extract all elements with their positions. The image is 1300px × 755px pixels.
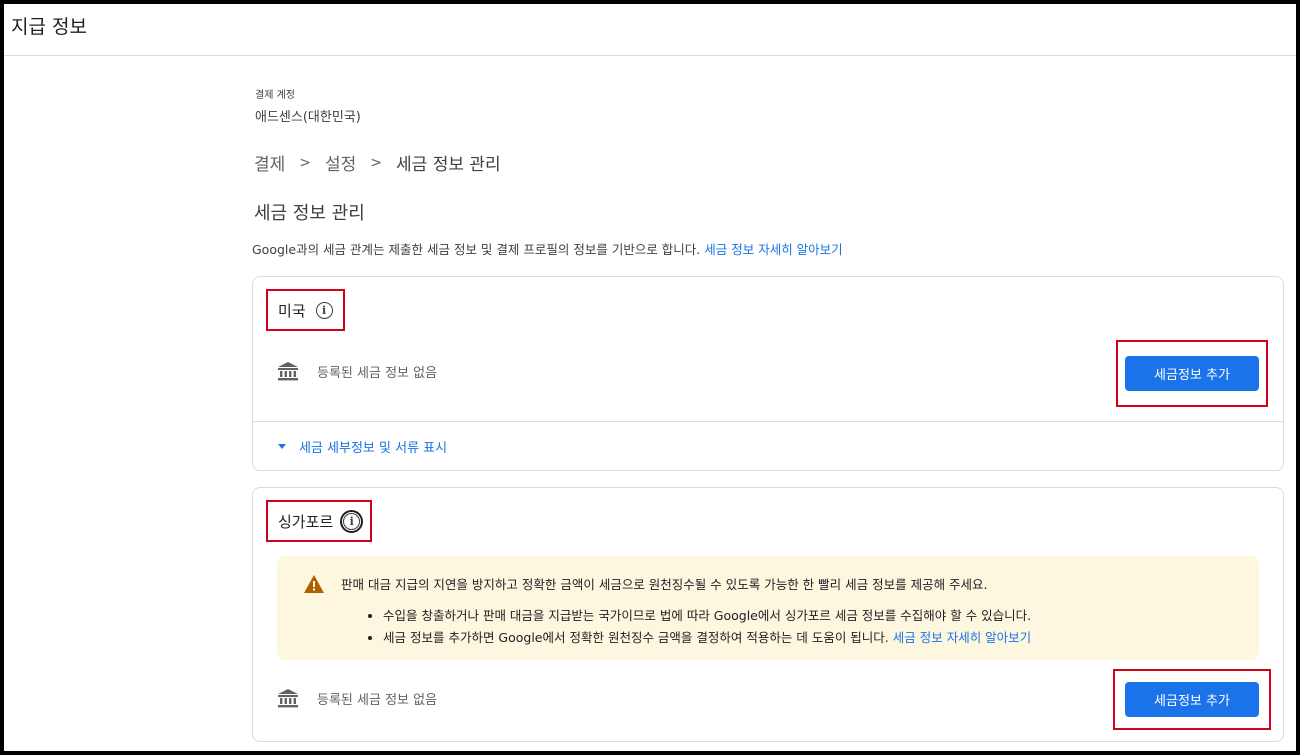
page-frame: 지급 정보 결제 계정 애드센스(대한민국) 결제 > 설정 > 세금 정보 관… <box>4 4 1296 751</box>
add-tax-highlight: 세금정보 추가 <box>1113 669 1271 730</box>
country-name: 미국 <box>278 301 306 320</box>
country-name: 싱가포르 <box>278 512 334 531</box>
breadcrumb-item-payments[interactable]: 결제 <box>254 150 285 175</box>
info-icon[interactable]: i <box>315 301 333 319</box>
country-heading-us: 미국 i <box>266 289 345 331</box>
breadcrumb-item-current: 세금 정보 관리 <box>396 155 501 175</box>
page-header-title: 지급 정보 <box>11 16 87 38</box>
caret-down-icon <box>278 444 286 449</box>
add-tax-highlight: 세금정보 추가 <box>1116 340 1268 407</box>
bank-icon <box>278 689 298 708</box>
warning-bullet-2: 세금 정보를 추가하면 Google에서 정확한 원천징수 금액을 결정하여 적… <box>383 627 1259 646</box>
breadcrumb-item-settings[interactable]: 설정 <box>325 150 356 175</box>
add-tax-info-button[interactable]: 세금정보 추가 <box>1125 356 1259 391</box>
breadcrumb: 결제 > 설정 > 세금 정보 관리 <box>254 150 501 176</box>
expander-label: 세금 세부정보 및 서류 표시 <box>299 441 448 456</box>
tax-status-text: 등록된 세금 정보 없음 <box>317 692 438 708</box>
section-title: 세금 정보 관리 <box>254 203 365 224</box>
learn-more-link[interactable]: 세금 정보 자세히 알아보기 <box>893 630 1031 645</box>
add-tax-info-button[interactable]: 세금정보 추가 <box>1125 682 1259 717</box>
chevron-right-icon: > <box>299 154 312 171</box>
learn-more-link[interactable]: 세금 정보 자세히 알아보기 <box>704 242 842 257</box>
tax-status-row: 등록된 세금 정보 없음 <box>277 688 437 708</box>
bank-icon <box>278 362 298 381</box>
info-icon[interactable]: i <box>340 509 364 533</box>
tax-status-row: 등록된 세금 정보 없음 <box>277 361 437 381</box>
warning-icon <box>304 575 324 593</box>
warning-banner: 판매 대금 지급의 지연을 방지하고 정확한 금액이 세금으로 원천징수될 수 … <box>277 556 1259 660</box>
warning-message: 판매 대금 지급의 지연을 방지하고 정확한 금액이 세금으로 원천징수될 수 … <box>341 577 988 592</box>
top-bar: 지급 정보 <box>4 4 1296 56</box>
bullet-text: 세금 정보를 추가하면 Google에서 정확한 원천징수 금액을 결정하여 적… <box>383 630 889 645</box>
tax-card-us: 미국 i 등록된 세금 정보 없음 세금정보 추가 세금 세부정보 및 서류 표… <box>252 276 1284 471</box>
tax-status-text: 등록된 세금 정보 없음 <box>317 365 438 381</box>
description-text: Google과의 세금 관계는 제출한 세금 정보 및 결제 프로필의 정보를 … <box>252 242 701 257</box>
warning-bullet-1: 수입을 창출하거나 판매 대금을 지급받는 국가이므로 법에 따라 Google… <box>383 605 1259 624</box>
show-tax-details-toggle[interactable]: 세금 세부정보 및 서류 표시 <box>278 437 447 456</box>
warning-bullets: 수입을 창출하거나 판매 대금을 지급받는 국가이므로 법에 따라 Google… <box>341 605 1259 646</box>
country-heading-singapore: 싱가포르 i <box>266 500 373 542</box>
chevron-right-icon: > <box>370 154 383 171</box>
account-label: 결제 계정 <box>255 90 295 101</box>
tax-card-singapore: 싱가포르 i 판매 대금 지급의 지연을 방지하고 정확한 금액이 세금으로 원… <box>252 487 1284 742</box>
account-name: 애드센스(대한민국) <box>255 110 361 125</box>
card-divider <box>253 421 1283 422</box>
section-description: Google과의 세금 관계는 제출한 세금 정보 및 결제 프로필의 정보를 … <box>252 239 843 258</box>
